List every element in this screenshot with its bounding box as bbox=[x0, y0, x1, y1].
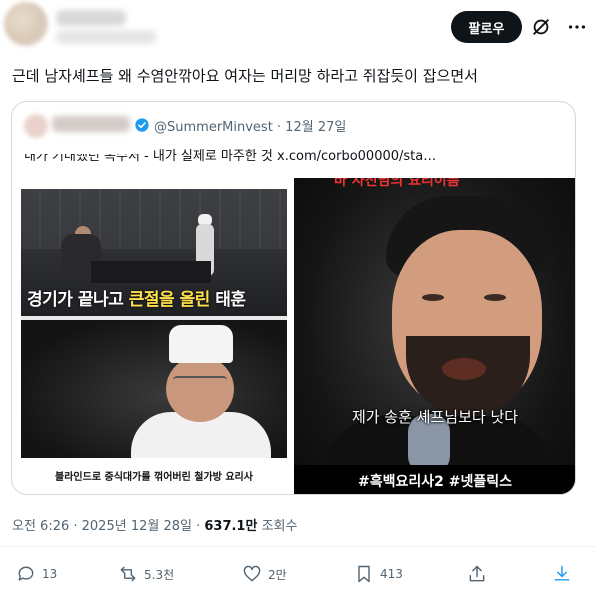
image-subtitle: 제가 송훈 셰프님보다 낫다 bbox=[351, 408, 519, 426]
author-name[interactable] bbox=[56, 10, 126, 26]
chef-portrait-photo bbox=[21, 320, 287, 458]
glasses-shape bbox=[173, 376, 227, 384]
quoted-handle-time[interactable]: @SummerMinvest · 12월 27일 bbox=[154, 116, 346, 135]
divider bbox=[0, 546, 596, 547]
views-label: 조회수 bbox=[257, 519, 298, 534]
eye-shape bbox=[484, 294, 506, 301]
follow-button[interactable]: 팔로우 bbox=[451, 11, 522, 43]
reply-button[interactable]: 13 bbox=[16, 564, 57, 584]
repost-button[interactable]: 5.3천 bbox=[118, 564, 174, 584]
verified-badge-icon bbox=[135, 118, 149, 132]
image-hashtag-banner: #흑백요리사2 #넷플릭스 bbox=[294, 465, 575, 494]
image-top-caption: 바 사진님의 요리이름 bbox=[334, 178, 460, 189]
image-caption-top: 경기가 끝나고 큰절을 올린 태훈 bbox=[27, 285, 246, 310]
chef-hat bbox=[169, 325, 233, 363]
action-bar: 13 5.3천 2만 413 bbox=[0, 561, 596, 591]
bookmark-count: 413 bbox=[380, 567, 403, 581]
reply-count: 13 bbox=[42, 567, 58, 581]
share-icon bbox=[469, 565, 485, 582]
like-count: 2만 bbox=[268, 567, 287, 582]
quoted-text-crop bbox=[24, 145, 140, 154]
download-button[interactable] bbox=[552, 564, 572, 584]
quoted-image-left[interactable]: 경기가 끝나고 큰절을 올린 태훈 블라인드로 중식대가를 꺾어버린 철가방 요… bbox=[21, 189, 287, 492]
grok-icon[interactable] bbox=[530, 16, 552, 38]
caption-part: 경기가 끝나고 bbox=[27, 290, 129, 310]
mouth-shape bbox=[442, 358, 486, 380]
wall-panels bbox=[21, 189, 287, 249]
bookmark-icon bbox=[358, 565, 370, 583]
quoted-author-name[interactable] bbox=[52, 116, 130, 132]
caption-highlight: 큰절을 올린 bbox=[128, 290, 211, 310]
timestamp[interactable]: 오전 6:26 · 2025년 12월 28일 · bbox=[12, 519, 204, 534]
quoted-tweet[interactable]: @SummerMinvest · 12월 27일 내가 기대했던 복수저 - 내… bbox=[11, 101, 576, 495]
eye-shape bbox=[422, 294, 444, 301]
tweet-meta: 오전 6:26 · 2025년 12월 28일 · 637.1만 조회수 bbox=[12, 515, 297, 534]
tweet-text: 근데 남자셰프들 왜 수염안깎아요 여자는 머리망 하라고 쥐잡듯이 잡으면서 bbox=[12, 67, 478, 85]
table-shape bbox=[91, 261, 211, 283]
chef-face bbox=[166, 356, 234, 422]
view-count: 637.1만 bbox=[204, 519, 258, 534]
share-button[interactable] bbox=[467, 564, 487, 584]
quoted-avatar[interactable] bbox=[24, 114, 48, 138]
download-icon bbox=[554, 565, 570, 581]
repost-icon bbox=[120, 566, 136, 582]
repost-count: 5.3천 bbox=[144, 567, 175, 582]
reply-icon bbox=[18, 566, 34, 581]
caption-part: 태훈 bbox=[209, 290, 246, 310]
more-icon[interactable] bbox=[566, 16, 588, 38]
kitchen-scene-photo: 경기가 끝나고 큰절을 올린 태훈 bbox=[21, 189, 287, 316]
avatar[interactable] bbox=[4, 2, 48, 46]
heart-icon bbox=[243, 565, 261, 582]
tweet-header: 팔로우 bbox=[0, 0, 596, 58]
author-handle[interactable] bbox=[56, 30, 156, 44]
quoted-image-right[interactable]: 바 사진님의 요리이름 제가 송훈 셰프님보다 낫다 #흑백요리사2 #넷플릭스 bbox=[294, 178, 575, 494]
image-caption-bottom: 블라인드로 중식대가를 꺾어버린 철가방 요리사 bbox=[21, 458, 287, 492]
bookmark-button[interactable]: 413 bbox=[354, 564, 403, 584]
like-button[interactable]: 2만 bbox=[242, 564, 287, 584]
